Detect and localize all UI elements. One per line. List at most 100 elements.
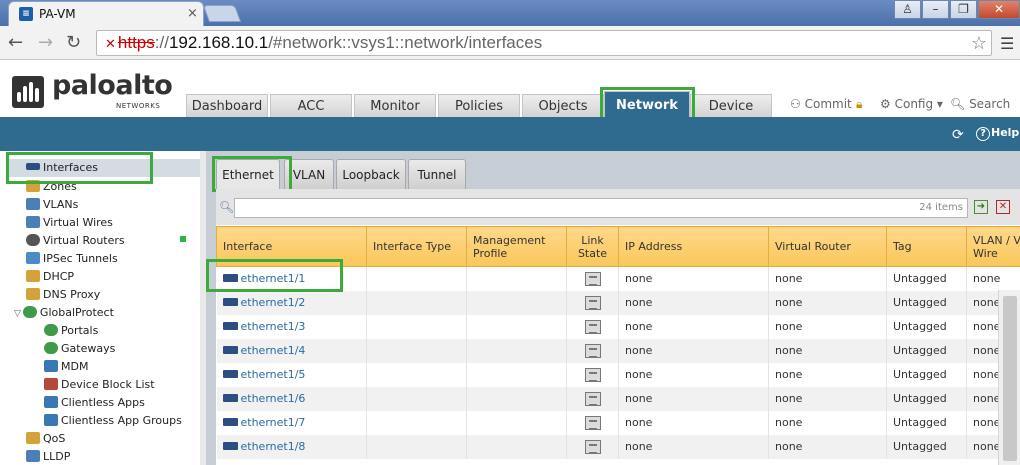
table-row[interactable]: ethernet1/1 none none Untagged none xyxy=(216,266,1020,291)
interface-link[interactable]: ethernet1/7 xyxy=(216,410,367,435)
tab-acc[interactable]: ACC xyxy=(270,94,352,118)
interface-link[interactable]: ethernet1/8 xyxy=(216,434,367,459)
table-row[interactable]: ethernet1/7 none none Untagged none xyxy=(216,410,1020,435)
collapse-triangle-icon[interactable]: ▽ xyxy=(14,309,21,319)
browser-menu-icon[interactable]: ☰ xyxy=(1000,34,1014,53)
search-button[interactable]: 🔍︎ Search xyxy=(950,97,1010,111)
logo-name: paloalto xyxy=(52,70,173,101)
column-header-management-profile[interactable]: Management Profile xyxy=(466,226,567,267)
restore-icon[interactable]: ❐ xyxy=(950,0,977,19)
forward-arrow-icon[interactable]: → xyxy=(38,32,53,53)
virtual-router-cell: none xyxy=(768,266,887,291)
sidebar-item-lldp[interactable]: LLDP xyxy=(26,448,70,465)
table-row[interactable]: ethernet1/5 none none Untagged none xyxy=(216,362,1020,387)
sidebar-item-vlans[interactable]: VLANs xyxy=(26,196,78,214)
table-scrollbar[interactable] xyxy=(998,290,1020,465)
header-text: VLAN / Virtual xyxy=(973,233,1020,247)
subtab-loopback[interactable]: Loopback xyxy=(336,159,406,189)
device-block-list-icon xyxy=(44,378,58,390)
sidebar-item-virtual-routers[interactable]: Virtual Routers xyxy=(26,232,125,250)
reload-icon[interactable]: ↻ xyxy=(66,32,81,53)
sidebar-item-clientless-app-groups[interactable]: Clientless App Groups xyxy=(44,412,182,430)
scrollbar-thumb[interactable] xyxy=(1003,296,1017,461)
virtual-router-cell: none xyxy=(768,386,887,411)
commit-button[interactable]: ⚇ Commit xyxy=(790,97,852,111)
back-arrow-icon[interactable]: ← xyxy=(8,32,23,53)
interface-type-cell xyxy=(366,410,467,435)
config-menu[interactable]: ⚙ Config ▾ xyxy=(880,97,943,111)
paloalto-favicon-icon: ≡ xyxy=(19,7,33,21)
user-profile-icon[interactable]: ♙ xyxy=(894,0,921,19)
window-close-icon[interactable]: ✕ xyxy=(978,0,1020,19)
table-row[interactable]: ethernet1/2 none none Untagged none xyxy=(216,290,1020,315)
sidebar-item-clientless-apps[interactable]: Clientless Apps xyxy=(44,394,145,412)
sidebar-item-portals[interactable]: Portals xyxy=(44,322,98,340)
subtab-vlan[interactable]: VLAN xyxy=(284,159,334,189)
sidebar-item-virtual-wires[interactable]: Virtual Wires xyxy=(26,214,113,232)
minimize-icon[interactable]: – xyxy=(922,0,949,19)
dhcp-icon xyxy=(26,270,40,282)
sidebar-item-ipsec-tunnels[interactable]: IPSec Tunnels xyxy=(26,250,118,268)
sidebar-item-qos[interactable]: QoS xyxy=(26,430,65,448)
sidebar-item-interfaces[interactable]: Interfaces xyxy=(8,159,200,177)
tab-device[interactable]: Device xyxy=(690,94,772,118)
apply-filter-icon[interactable]: ➜ xyxy=(974,200,988,214)
interface-link[interactable]: ethernet1/5 xyxy=(216,362,367,387)
table-row[interactable]: ethernet1/8 none none Untagged none xyxy=(216,434,1020,459)
column-header-vlan-virtual-wire[interactable]: VLAN / VirtualWire xyxy=(966,226,1020,267)
insecure-lock-icon[interactable]: ✕ xyxy=(105,36,116,51)
refresh-icon[interactable]: ⟳ xyxy=(952,127,964,143)
bookmark-star-icon[interactable]: ☆ xyxy=(971,31,987,55)
sidebar-item-mdm[interactable]: MDM xyxy=(44,358,88,376)
commit-icon: ⚇ xyxy=(790,97,801,111)
sidebar-item-label: MDM xyxy=(61,360,89,373)
table-row[interactable]: ethernet1/4 none none Untagged none xyxy=(216,338,1020,363)
column-header-interface[interactable]: Interface xyxy=(216,226,367,267)
ip-address-cell: none xyxy=(618,338,769,363)
tab-dashboard[interactable]: Dashboard xyxy=(186,94,268,118)
table-row[interactable]: ethernet1/6 none none Untagged none xyxy=(216,386,1020,411)
sidebar-item-device-block-list[interactable]: Device Block List xyxy=(44,376,155,394)
help-button[interactable]: ? Help xyxy=(976,126,1019,141)
tab-close-icon[interactable]: × xyxy=(187,6,198,21)
clear-filter-icon[interactable]: ✕ xyxy=(996,200,1010,214)
link-state-icon xyxy=(584,367,601,382)
column-header-interface-type[interactable]: Interface Type xyxy=(366,226,467,267)
column-header-ip-address[interactable]: IP Address xyxy=(618,226,769,267)
sidebar-item-dns-proxy[interactable]: DNS Proxy xyxy=(26,286,100,304)
filter-input[interactable]: 24 items xyxy=(234,198,968,218)
tab-network[interactable]: Network xyxy=(604,91,690,118)
new-tab-button[interactable] xyxy=(202,5,242,22)
app-toolbar: ⟳ ? Help xyxy=(0,117,1020,151)
lock-icon[interactable]: 🔒︎ xyxy=(856,97,862,112)
tab-objects[interactable]: Objects xyxy=(522,94,604,118)
search-label: Search xyxy=(969,97,1011,111)
browser-tab[interactable]: ≡ PA-VM × xyxy=(8,1,204,26)
subtab-tunnel[interactable]: Tunnel xyxy=(408,159,466,189)
sidebar-item-zones[interactable]: Zones xyxy=(26,178,77,196)
ipsec-tunnels-icon xyxy=(26,252,40,264)
link-state-cell xyxy=(566,410,619,435)
sidebar-item-dhcp[interactable]: DHCP xyxy=(26,268,74,286)
interface-link[interactable]: ethernet1/6 xyxy=(216,386,367,411)
column-header-tag[interactable]: Tag xyxy=(886,226,967,267)
tab-monitor[interactable]: Monitor xyxy=(354,94,436,118)
table-row[interactable]: ethernet1/3 none none Untagged none xyxy=(216,314,1020,339)
subtab-ethernet[interactable]: Ethernet xyxy=(216,159,280,189)
interface-link[interactable]: ethernet1/4 xyxy=(216,338,367,363)
column-header-link-state[interactable]: Link State xyxy=(566,226,619,267)
interface-link[interactable]: ethernet1/2 xyxy=(216,290,367,315)
sidebar-item-label: IPSec Tunnels xyxy=(43,252,118,265)
sidebar-item-gateways[interactable]: Gateways xyxy=(44,340,115,358)
sidebar-item-globalprotect[interactable]: ▽ GlobalProtect xyxy=(14,304,114,322)
link-state-icon xyxy=(584,415,601,430)
sidebar-item-label: QoS xyxy=(43,432,66,445)
port-icon xyxy=(222,370,238,378)
tab-policies[interactable]: Policies xyxy=(438,94,520,118)
column-header-virtual-router[interactable]: Virtual Router xyxy=(768,226,887,267)
interface-type-cell xyxy=(366,362,467,387)
address-bar[interactable]: ✕ https://192.168.10.1/#network::vsys1::n… xyxy=(96,30,992,56)
interface-link[interactable]: ethernet1/1 xyxy=(216,266,367,291)
sidebar-item-label: DNS Proxy xyxy=(43,288,101,301)
interface-link[interactable]: ethernet1/3 xyxy=(216,314,367,339)
